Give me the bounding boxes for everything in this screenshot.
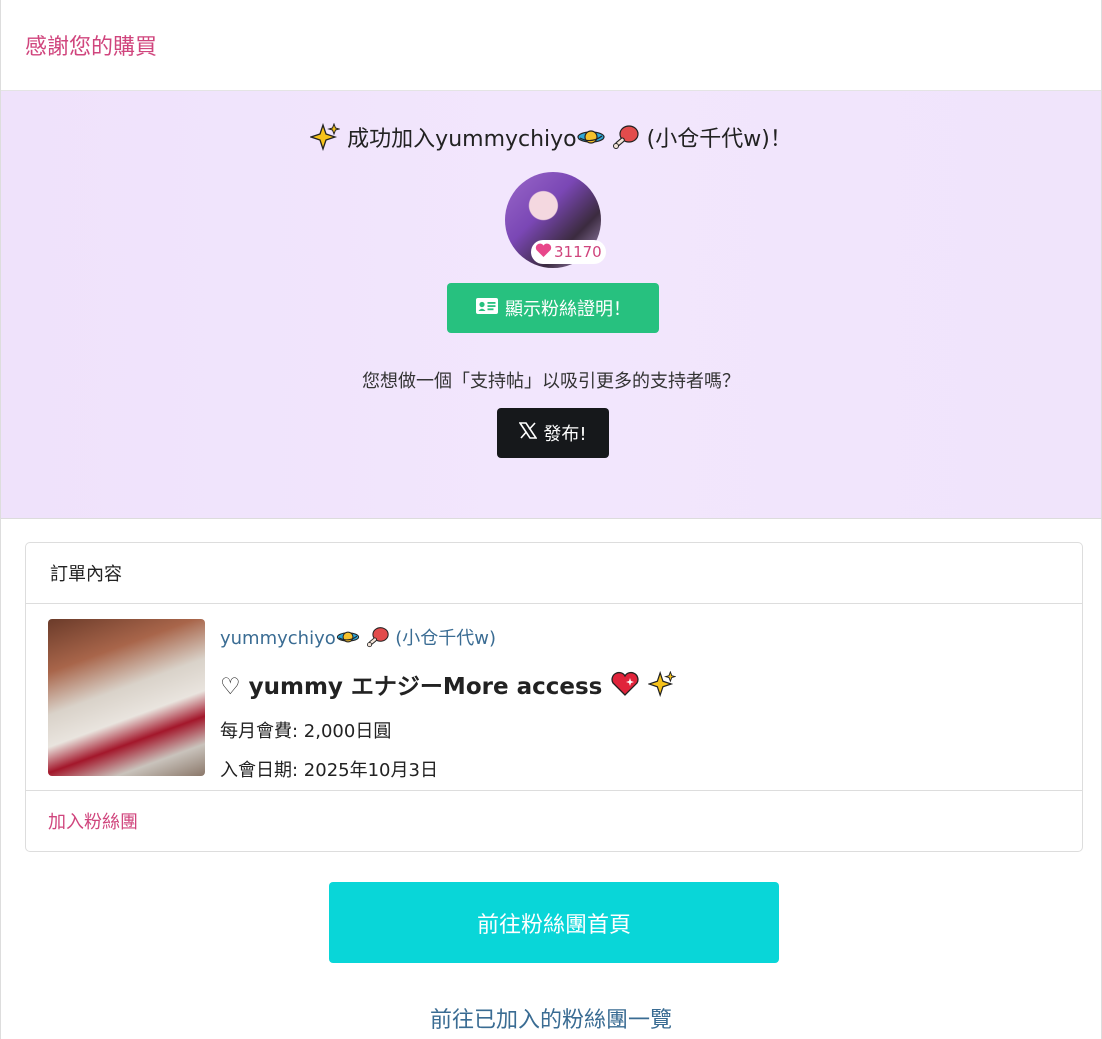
heart-icon (535, 243, 552, 262)
likes-badge: 31170 (531, 240, 606, 264)
plan-thumbnail[interactable] (48, 619, 205, 776)
sparkle-icon (647, 670, 678, 703)
show-fan-card-button[interactable]: 顯示粉絲證明！ (447, 283, 659, 333)
meat-icon (612, 124, 640, 156)
join-date: 入會日期: 2025年10月3日 (220, 760, 438, 781)
post-to-x-button[interactable]: 發布! (497, 408, 609, 458)
creator-link[interactable]: yummychiyo (小仓千代w) (220, 624, 676, 653)
planet-icon (577, 126, 605, 154)
id-card-icon (475, 297, 499, 320)
join-success-panel: 成功加入yummychiyo (小仓千代w)！ 31170 顯示粉絲證明！ 您想… (1, 91, 1101, 519)
goto-fanclub-home-button[interactable]: 前往粉絲團首頁 (329, 882, 779, 963)
join-fanclub-link[interactable]: 加入粉絲團 (26, 791, 1082, 851)
page-title: 感謝您的購買 (25, 35, 158, 60)
sparkle-icon (309, 122, 341, 157)
meat-icon (366, 626, 390, 653)
monthly-fee: 每月會費: 2,000日圓 (220, 721, 392, 742)
x-logo-icon (518, 422, 538, 444)
likes-count: 31170 (554, 243, 602, 261)
order-info: yummychiyo (小仓千代w) ♡ yummy エナジーMore acce… (220, 624, 678, 782)
join-success-title: 成功加入yummychiyo (小仓千代w)！ (1, 121, 1101, 157)
support-post-prompt: 您想做一個「支持帖」以吸引更多的支持者嗎？ (362, 371, 740, 392)
order-item: yummychiyo (小仓千代w) ♡ yummy エナジーMore acce… (26, 604, 1082, 791)
creator-avatar-wrap[interactable]: 31170 (505, 172, 606, 268)
purchase-complete-page: 感謝您的購買 成功加入yummychiyo (小仓千代w)！ 31170 顯示粉… (0, 0, 1102, 1039)
joined-fanclubs-list-link[interactable]: 前往已加入的粉絲團一覽 (1, 1002, 1101, 1034)
order-details-card: 訂單內容 yummychiyo (小仓千代w) ♡ yummy エナジーMore… (25, 542, 1083, 852)
order-header: 訂單內容 (26, 543, 1082, 604)
plan-title: ♡ yummy エナジーMore access (220, 667, 678, 704)
sparkling-heart-icon (610, 671, 640, 703)
page-header: 感謝您的購買 (1, 0, 1101, 91)
planet-icon (336, 628, 360, 651)
